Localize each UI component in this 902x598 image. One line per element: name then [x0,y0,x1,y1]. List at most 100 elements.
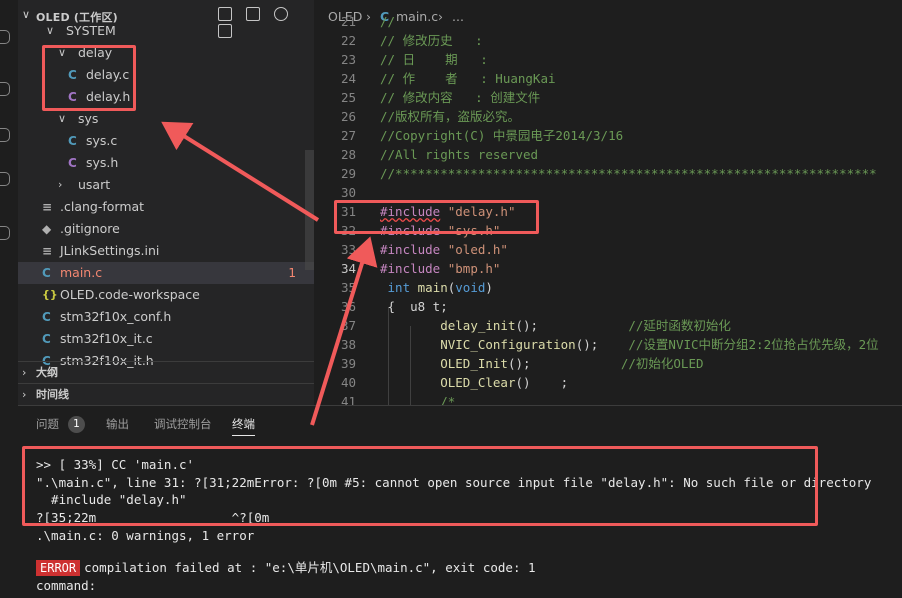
code-text: // 作 者 : HuangKai [380,69,556,88]
code-line[interactable]: 22 // 修改历史 : [314,31,902,50]
line-number: 28 [340,147,356,162]
terminal-line: command: [36,577,96,595]
line-number: 33 [340,242,356,257]
timeline-label: 时间线 [36,388,69,401]
code-token: "oled.h" [447,242,508,257]
code-line[interactable]: 24 // 作 者 : HuangKai [314,69,902,88]
new-file-icon[interactable] [218,7,232,21]
code-line[interactable]: 40 OLED_Clear() ; [314,373,902,392]
tree-file-stm32-conf[interactable]: Cstm32f10x_conf.h [18,306,314,328]
code-text: // 修改内容 : 创建文件 [380,88,540,107]
tree-file-jlinksettings[interactable]: ≡ JLinkSettings.ini [18,240,314,262]
code-line[interactable]: 34 #include "bmp.h" [314,259,902,278]
tree-item-label: sys [78,111,99,126]
extensions-icon[interactable] [0,172,10,186]
c-file-icon: C [42,310,51,324]
code-text: #include "oled.h" [380,240,508,259]
tree-folder-sys[interactable]: ∨ sys [18,108,314,130]
tree-file-gitignore[interactable]: ◆ .gitignore [18,218,314,240]
code-line[interactable]: 23 // 日 期 : [314,50,902,69]
tree-file-main-c[interactable]: Cmain.c 1 [18,262,314,284]
tab-problems[interactable]: 问题 [36,416,59,432]
sidebar-scrollbar[interactable] [305,150,314,270]
code-token: NVIC_Configuration [440,337,576,352]
line-number: 23 [340,52,356,67]
code-token: { u8 t; [380,299,448,314]
tab-debug-console[interactable]: 调试控制台 [154,416,212,432]
tree-item-label: sys.c [86,133,118,148]
code-token: #include [380,261,441,276]
code-text: NVIC_Configuration(); //设置NVIC中断分组2:2位抢占… [380,335,878,354]
tree-file-sys-c[interactable]: Csys.c [18,130,314,152]
tree-folder-usart[interactable]: › usart [18,174,314,196]
code-token: main [417,280,448,295]
tree-item-label: .gitignore [60,221,120,236]
tree-item-label: OLED.code-workspace [60,287,200,302]
tree-item-label: stm32f10x_conf.h [60,309,172,324]
remote-icon[interactable] [0,226,10,240]
code-text: OLED_Clear() ; [380,373,568,392]
refresh-icon[interactable] [273,7,288,21]
tree-file-workspace[interactable]: {} OLED.code-workspace [18,284,314,306]
problems-count-badge: 1 [68,416,85,433]
code-token: () ; [515,375,569,390]
code-line[interactable]: 37 delay_init(); //延时函数初始化 [314,316,902,335]
terminal-text: compilation failed at : "e:\单片机\OLED\mai… [84,560,536,575]
tab-terminal[interactable]: 终端 [232,416,255,436]
terminal-text: .\main.c: 0 warnings, 1 error [36,528,255,543]
debug-icon[interactable] [0,128,10,142]
tree-file-stm32-it-c[interactable]: Cstm32f10x_it.c [18,328,314,350]
outline-section[interactable]: › 大纲 [18,361,314,383]
code-line[interactable]: 21 // [314,12,902,31]
code-line[interactable]: 35 int main(void) [314,278,902,297]
code-line[interactable]: 25 // 修改内容 : 创建文件 [314,88,902,107]
code-line[interactable]: 26 //版权所有，盗版必究。 [314,107,902,126]
line-number: 41 [340,394,356,405]
error-count-badge: 1 [288,266,296,280]
chevron-down-icon: ∨ [58,112,67,125]
tree-folder-system[interactable]: ∨ SYSTEM [18,20,314,42]
code-line[interactable]: 29 //************************************… [314,164,902,183]
c-file-icon: C [42,332,51,346]
search-icon[interactable] [0,30,10,44]
git-file-icon: ◆ [42,222,52,236]
code-line[interactable]: 39 OLED_Init(); //初始化OLED [314,354,902,373]
code-token: OLED_Clear [440,375,516,390]
tab-output[interactable]: 输出 [106,416,129,432]
code-line[interactable]: 27 //Copyright(C) 中景园电子2014/3/16 [314,126,902,145]
code-text: //**************************************… [380,164,877,183]
tree-file-sys-h[interactable]: Csys.h [18,152,314,174]
code-line[interactable]: 36 { u8 t; [314,297,902,316]
json-file-icon: {} [42,288,58,301]
code-token: //**************************************… [380,166,877,181]
code-token: //延时函数初始化 [628,318,731,333]
code-line[interactable]: 38 NVIC_Configuration(); //设置NVIC中断分组2:2… [314,335,902,354]
settings-file-icon: ≡ [42,244,53,258]
tree-item-label: usart [78,177,111,192]
c-file-icon: C [68,134,77,148]
line-number: 26 [340,109,356,124]
chevron-down-icon: ∨ [46,24,55,37]
line-number: 22 [340,33,356,48]
line-number: 35 [340,280,356,295]
new-folder-icon[interactable] [245,7,260,21]
code-line[interactable]: 41 /* [314,392,902,405]
code-token: (); [507,356,621,371]
code-line[interactable]: 33 #include "oled.h" [314,240,902,259]
tree-file-clang-format[interactable]: ≡ .clang-format [18,196,314,218]
timeline-section[interactable]: › 时间线 [18,383,314,405]
source-control-icon[interactable] [0,82,10,96]
code-token: //All rights reserved [380,147,539,162]
code-token: // 修改历史 : [380,33,483,48]
code-token: delay_init [440,318,516,333]
code-text: // 日 期 : [380,50,488,69]
code-line[interactable]: 28 //All rights reserved [314,145,902,164]
settings-file-icon: ≡ [42,200,53,214]
line-number: 21 [340,14,356,29]
